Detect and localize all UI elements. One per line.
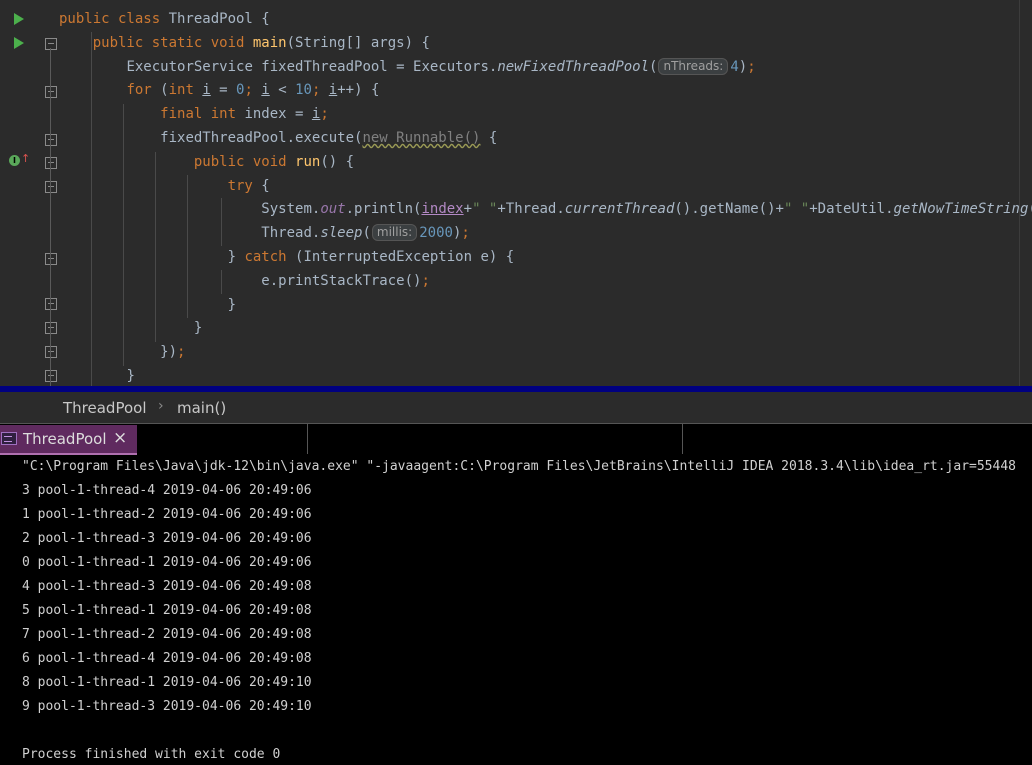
fold-marker-icon[interactable] bbox=[45, 370, 57, 382]
code-line-16: } bbox=[126, 367, 135, 384]
run-class-icon[interactable] bbox=[14, 13, 24, 25]
console-line: 0 pool-1-thread-1 2019-04-06 20:49:06 bbox=[22, 555, 312, 570]
run-console-icon bbox=[1, 432, 17, 445]
code-line-14: } bbox=[193, 320, 203, 337]
close-icon[interactable]: × bbox=[113, 428, 127, 448]
tab-divider bbox=[307, 424, 308, 454]
fold-marker-icon[interactable] bbox=[45, 322, 57, 334]
code-line-4: for (int i = 0; i < 10; i++) { bbox=[126, 82, 380, 99]
code-line-3: ExecutorService fixedThreadPool = Execut… bbox=[126, 57, 756, 75]
code-line-5: final int index = i; bbox=[160, 106, 329, 123]
code-line-13: } bbox=[227, 296, 237, 313]
code-area[interactable]: public class ThreadPool { public static … bbox=[59, 8, 1032, 386]
editor-gutter: I ↑ bbox=[0, 0, 57, 386]
code-line-9: System.out.println(index+" "+Thread.curr… bbox=[261, 201, 1032, 218]
code-line-1: public class ThreadPool { bbox=[59, 11, 270, 27]
fold-marker-icon[interactable] bbox=[45, 157, 57, 169]
fold-marker-icon[interactable] bbox=[45, 253, 57, 265]
code-line-11: } catch (InterruptedException e) { bbox=[227, 248, 515, 265]
code-line-8: try { bbox=[227, 177, 270, 194]
fold-marker-icon[interactable] bbox=[45, 181, 57, 193]
console-line: 5 pool-1-thread-1 2019-04-06 20:49:08 bbox=[22, 603, 312, 618]
console-line: 3 pool-1-thread-4 2019-04-06 20:49:06 bbox=[22, 483, 312, 498]
param-hint: millis: bbox=[371, 224, 418, 242]
console-line: 8 pool-1-thread-1 2019-04-06 20:49:10 bbox=[22, 675, 312, 690]
run-main-icon[interactable] bbox=[14, 37, 24, 49]
console-line: 4 pool-1-thread-3 2019-04-06 20:49:08 bbox=[22, 579, 312, 594]
code-line-6: fixedThreadPool.execute(new Runnable() { bbox=[160, 129, 498, 146]
breadcrumb: ThreadPool › main() bbox=[0, 392, 1032, 424]
code-line-12: e.printStackTrace(); bbox=[261, 272, 430, 289]
override-method-icon[interactable]: I bbox=[9, 155, 20, 166]
tab-label: ThreadPool bbox=[23, 430, 107, 448]
override-arrow-icon: ↑ bbox=[21, 152, 31, 165]
breadcrumb-separator: › bbox=[158, 398, 164, 414]
editor-scrollbar[interactable] bbox=[1019, 0, 1020, 386]
console-output[interactable]: "C:\Program Files\Java\jdk-12\bin\java.e… bbox=[0, 456, 1032, 765]
fold-marker-icon[interactable] bbox=[45, 298, 57, 310]
fold-marker-icon[interactable] bbox=[45, 134, 57, 146]
tab-run-threadpool[interactable]: ThreadPool × bbox=[0, 425, 137, 455]
run-tab-bar: ThreadPool × bbox=[0, 424, 1032, 455]
console-line: 9 pool-1-thread-3 2019-04-06 20:49:10 bbox=[22, 699, 312, 714]
fold-line bbox=[50, 48, 51, 386]
console-line: 2 pool-1-thread-3 2019-04-06 20:49:06 bbox=[22, 531, 312, 546]
console-line: "C:\Program Files\Java\jdk-12\bin\java.e… bbox=[22, 459, 1016, 474]
console-line: 1 pool-1-thread-2 2019-04-06 20:49:06 bbox=[22, 507, 312, 522]
code-editor[interactable]: I ↑ public class ThreadPool { public sta… bbox=[0, 0, 1032, 386]
code-line-7: public void run() { bbox=[193, 153, 355, 170]
param-hint: nThreads: bbox=[658, 57, 729, 75]
tab-divider bbox=[682, 424, 683, 454]
console-line: 6 pool-1-thread-4 2019-04-06 20:49:08 bbox=[22, 651, 312, 666]
fold-marker-icon[interactable] bbox=[45, 38, 57, 50]
breadcrumb-item-class[interactable]: ThreadPool bbox=[63, 399, 146, 417]
fold-marker-icon[interactable] bbox=[45, 86, 57, 98]
code-line-2: public static void main(String[] args) { bbox=[92, 34, 430, 51]
fold-marker-icon[interactable] bbox=[45, 346, 57, 358]
code-line-10: Thread.sleep(millis: 2000); bbox=[261, 224, 470, 242]
console-line: 7 pool-1-thread-2 2019-04-06 20:49:08 bbox=[22, 627, 312, 642]
breadcrumb-item-method[interactable]: main() bbox=[177, 399, 226, 417]
console-exit-line: Process finished with exit code 0 bbox=[22, 747, 281, 762]
code-line-15: }); bbox=[160, 344, 186, 361]
